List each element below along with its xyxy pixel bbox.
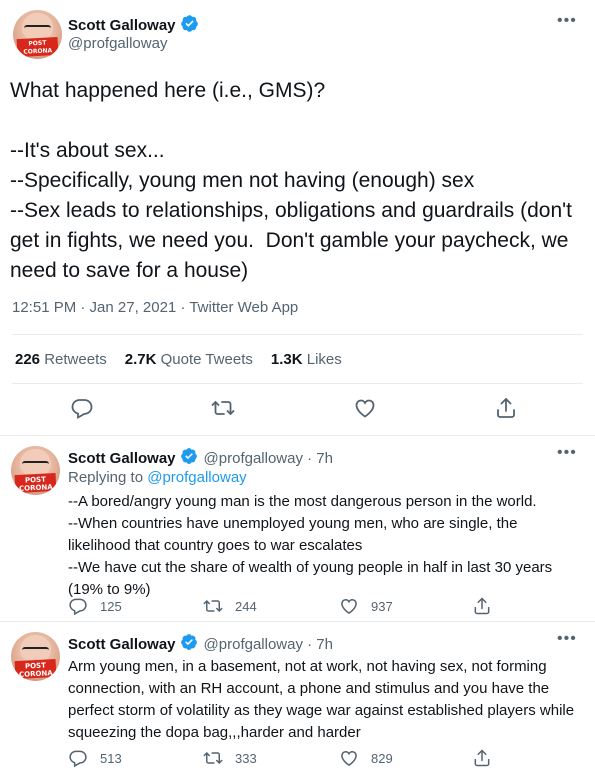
display-name[interactable]: Scott Galloway [68, 450, 176, 467]
display-name[interactable]: Scott Galloway [68, 17, 176, 34]
reply-count: 513 [100, 750, 122, 766]
share-upload-icon [474, 597, 490, 615]
quote-tweets-stat[interactable]: 2.7K Quote Tweets [125, 351, 253, 368]
share-upload-icon[interactable] [494, 396, 518, 420]
avatar-book-cover: POST CORONA [14, 473, 57, 493]
author-name-row[interactable]: Scott Galloway @profgalloway · 7h [68, 447, 333, 469]
reply-tweet[interactable]: POST CORONA Scott Galloway @profgalloway… [0, 436, 595, 622]
reply-bubble-icon [69, 598, 87, 616]
heart-icon [341, 598, 357, 614]
display-name[interactable]: Scott Galloway [68, 636, 176, 653]
reply-actions: 513 333 829 [68, 748, 568, 770]
reply-bubble-icon[interactable] [70, 396, 94, 420]
like-button[interactable]: 937 [339, 596, 393, 616]
retweets-stat[interactable]: 226 Retweets [15, 351, 107, 368]
tweet-text: What happened here (i.e., GMS)? --It's a… [10, 79, 572, 282]
reply-button[interactable]: 513 [68, 748, 122, 768]
reply-count: 125 [100, 598, 122, 614]
like-count: 829 [371, 750, 393, 766]
divider [12, 383, 583, 384]
reply-bubble-icon [69, 750, 87, 768]
replying-to-handle-link[interactable]: @profgalloway [147, 469, 246, 486]
avatar[interactable]: POST CORONA [13, 10, 62, 59]
more-dots-icon[interactable]: ••• [557, 13, 577, 29]
author-name-row[interactable]: Scott Galloway [68, 14, 199, 37]
replying-to: Replying to @profgalloway [68, 469, 247, 486]
likes-stat[interactable]: 1.3K Likes [271, 351, 342, 368]
author-handle[interactable]: @profgalloway [68, 35, 167, 52]
retweet-button[interactable]: 244 [203, 596, 257, 616]
tweet-actions [0, 396, 595, 422]
share-button[interactable] [472, 596, 504, 616]
heart-icon [341, 750, 357, 766]
author-name-row[interactable]: Scott Galloway @profgalloway · 7h [68, 633, 333, 655]
avatar[interactable]: POST CORONA [11, 632, 60, 681]
author-handle-time[interactable]: @profgalloway · 7h [204, 636, 333, 653]
retweet-arrows-icon [203, 600, 223, 612]
reply-text: Arm young men, in a basement, not at wor… [68, 658, 579, 741]
verified-badge-icon [180, 447, 198, 469]
retweet-arrows-icon [203, 752, 223, 764]
main-tweet: POST CORONA Scott Galloway @profgalloway… [0, 0, 595, 436]
like-count: 937 [371, 598, 393, 614]
tweet-timestamp[interactable]: 12:51 PM · Jan 27, 2021 · Twitter Web Ap… [12, 299, 298, 316]
avatar-book-cover: POST CORONA [16, 37, 59, 58]
avatar[interactable]: POST CORONA [11, 446, 60, 495]
retweet-button[interactable]: 333 [203, 748, 257, 768]
like-button[interactable]: 829 [339, 748, 393, 768]
reply-button[interactable]: 125 [68, 596, 122, 616]
tweet-stats: 226 Retweets 2.7K Quote Tweets 1.3K Like… [15, 351, 342, 368]
more-dots-icon[interactable]: ••• [557, 631, 577, 647]
more-dots-icon[interactable]: ••• [557, 445, 577, 461]
reply-tweet[interactable]: POST CORONA Scott Galloway @profgalloway… [0, 622, 595, 784]
retweet-count: 333 [235, 750, 257, 766]
retweet-arrows-icon[interactable] [211, 396, 235, 420]
verified-badge-icon [180, 14, 199, 37]
author-handle-time[interactable]: @profgalloway · 7h [204, 450, 333, 467]
reply-actions: 125 244 937 [68, 596, 568, 618]
retweet-count: 244 [235, 598, 257, 614]
share-button[interactable] [472, 748, 504, 768]
avatar-book-cover: POST CORONA [14, 659, 57, 679]
heart-icon[interactable] [353, 396, 377, 420]
reply-text: --A bored/angry young man is the most da… [68, 493, 553, 598]
divider [12, 334, 583, 335]
share-upload-icon [474, 749, 490, 767]
verified-badge-icon [180, 633, 198, 655]
